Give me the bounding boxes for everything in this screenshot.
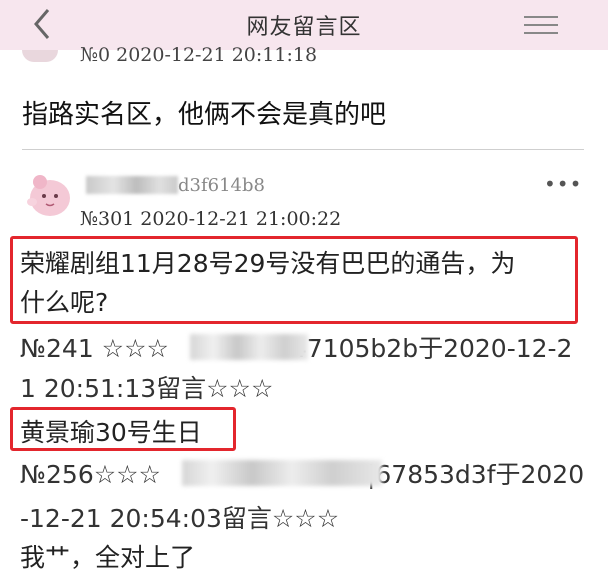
page-title: 网友留言区 bbox=[246, 15, 362, 40]
divider bbox=[22, 149, 584, 150]
post-meta: №0 2020-12-21 20:11:18 bbox=[80, 44, 318, 66]
hamburger-menu-icon bbox=[524, 16, 558, 18]
back-button[interactable] bbox=[28, 6, 58, 42]
reply-text: 我艹，全对上了 bbox=[20, 543, 196, 572]
menu-button[interactable] bbox=[524, 10, 558, 38]
post-text: 指路实名区，他俩不会是真的吧 bbox=[22, 100, 387, 130]
post-meta: №301 2020-12-21 21:00:22 bbox=[80, 208, 342, 230]
blurred-username bbox=[190, 334, 308, 360]
quote-suffix: 47105b2b于2020-12-2 bbox=[290, 334, 573, 363]
quote-prefix: №241 ☆☆☆ bbox=[20, 334, 169, 363]
top-bar: 网友留言区 bbox=[0, 0, 608, 50]
quote-line: 1 20:51:13留言☆☆☆ bbox=[20, 374, 274, 403]
blurred-username bbox=[182, 460, 382, 486]
quote-suffix: |67853d3f于2020 bbox=[366, 460, 585, 489]
chevron-left-icon bbox=[34, 9, 50, 39]
username[interactable]: d3f614b8 bbox=[178, 175, 265, 196]
avatar[interactable] bbox=[22, 50, 58, 62]
quote-line: -12-21 20:54:03留言☆☆☆ bbox=[20, 504, 340, 533]
quote-prefix: №256☆☆☆ bbox=[20, 460, 161, 489]
highlighted-text: 黄景瑜30号生日 bbox=[20, 418, 202, 447]
username-blurred bbox=[86, 176, 178, 194]
post-text-line: 荣耀剧组11月28号29号没有巴巴的通告，为 bbox=[20, 249, 516, 278]
avatar-image bbox=[27, 175, 70, 216]
post-text-line: 什么呢? bbox=[20, 288, 109, 317]
avatar[interactable] bbox=[22, 168, 76, 220]
more-options-button[interactable]: ••• bbox=[544, 172, 582, 196]
